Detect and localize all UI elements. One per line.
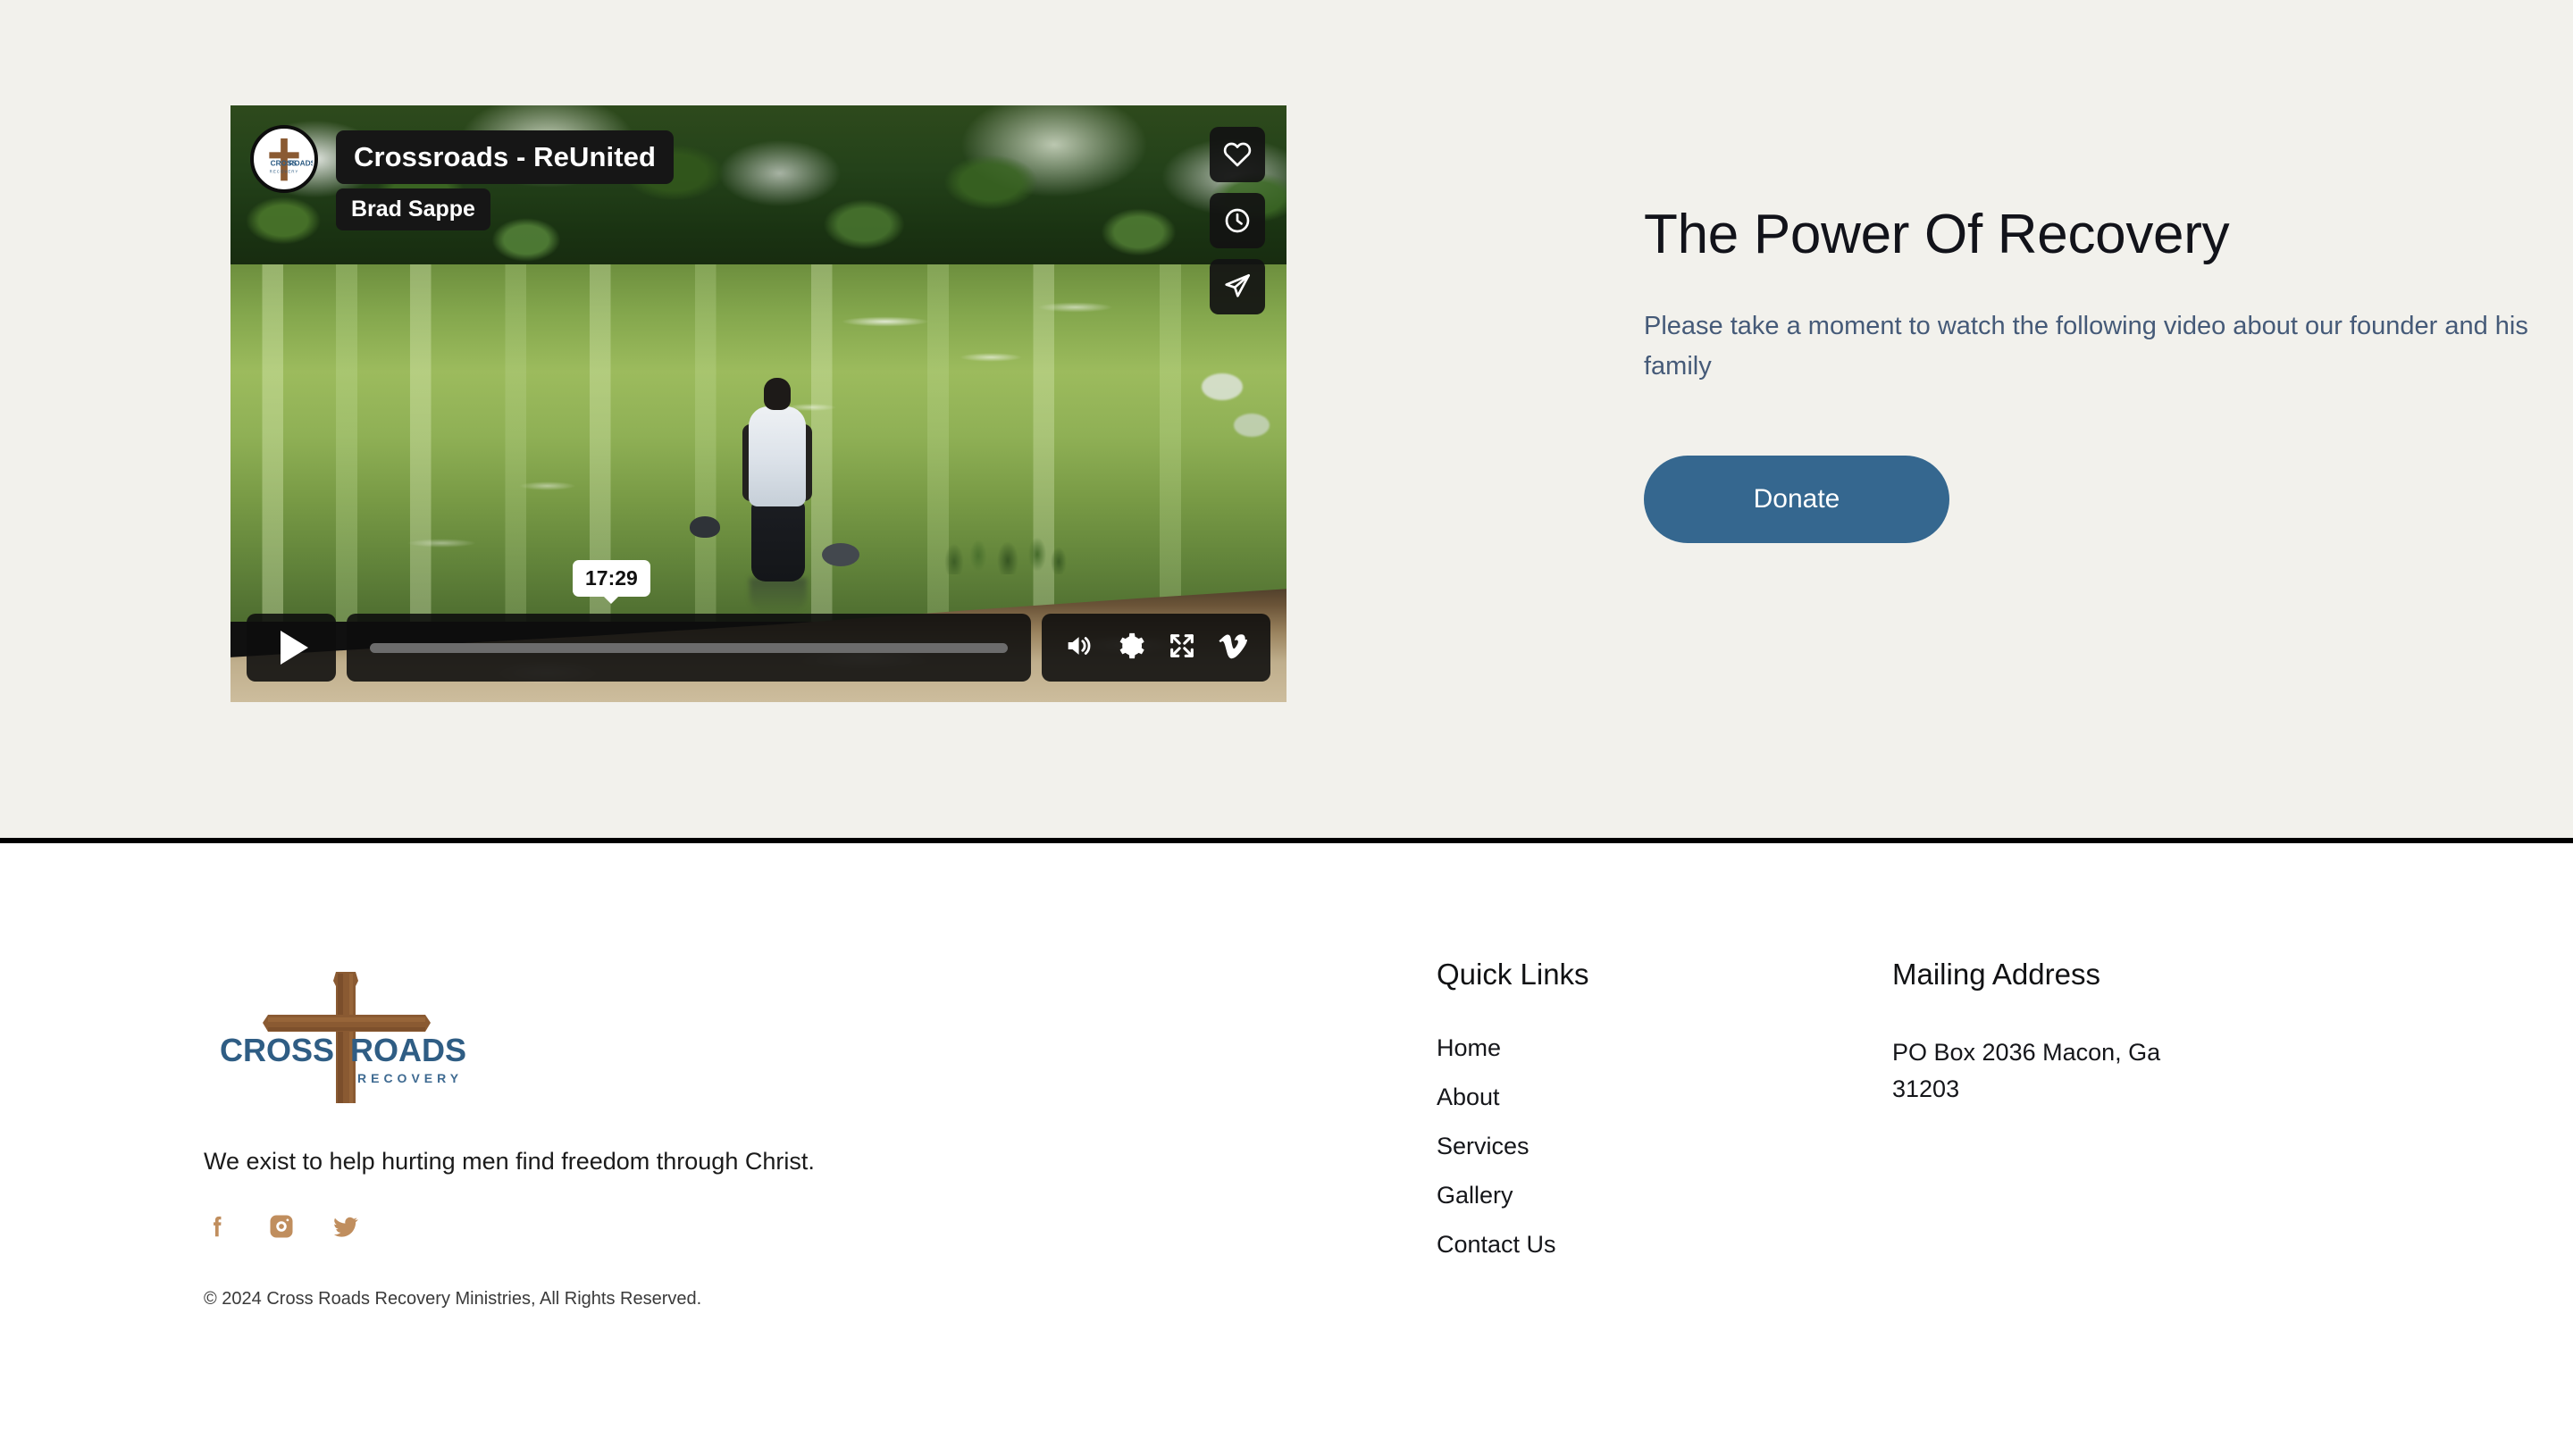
- crossroads-logo-icon: CROSS ROADS RECOVERY: [269, 138, 313, 181]
- instagram-link[interactable]: [268, 1213, 295, 1244]
- footer-content: CROSS ROADS RECOVERY We exist to help hu…: [0, 843, 2573, 1310]
- share-button[interactable]: [1210, 259, 1265, 314]
- fullscreen-button[interactable]: [1167, 631, 1197, 665]
- svg-text:CROSS: CROSS: [220, 1032, 334, 1068]
- vimeo-icon: [1219, 633, 1248, 658]
- hero-content: CROSS ROADS RECOVERY Crossroads - ReUnit…: [230, 105, 2546, 702]
- footer-tagline: We exist to help hurting men find freedo…: [204, 1148, 815, 1175]
- play-icon: [280, 631, 308, 665]
- fullscreen-icon: [1170, 633, 1194, 657]
- video-author[interactable]: Brad Sappe: [336, 188, 490, 230]
- quick-links-nav: Home About Services Gallery Contact Us: [1437, 1034, 1892, 1259]
- play-button[interactable]: [247, 614, 336, 682]
- thumbnail-rock: [690, 516, 721, 538]
- svg-text:ROADS: ROADS: [350, 1032, 466, 1068]
- site-footer: CROSS ROADS RECOVERY We exist to help hu…: [0, 843, 2573, 1451]
- video-action-buttons: [1210, 127, 1265, 314]
- clock-icon: [1225, 208, 1250, 233]
- paper-plane-icon: [1225, 274, 1250, 297]
- player-right-controls: [1042, 614, 1270, 682]
- footer-logo[interactable]: CROSS ROADS RECOVERY: [204, 956, 490, 1112]
- volume-icon: [1068, 636, 1091, 655]
- hero-subtitle: Please take a moment to watch the follow…: [1644, 312, 2528, 381]
- mailing-address-column: Mailing Address PO Box 2036 Macon, Ga 31…: [1892, 956, 2348, 1310]
- gear-icon: [1119, 632, 1144, 658]
- quick-links-column: Quick Links Home About Services Gallery …: [1437, 956, 1892, 1310]
- mailing-address-text: PO Box 2036 Macon, Ga 31203: [1892, 1039, 2161, 1103]
- quick-link-home[interactable]: Home: [1437, 1034, 1501, 1062]
- copyright-text: © 2024 Cross Roads Recovery Ministries, …: [204, 1289, 702, 1309]
- thumbnail-grass: [937, 512, 1072, 574]
- video-time-tooltip: 17:29: [573, 560, 650, 597]
- hero-section: CROSS ROADS RECOVERY Crossroads - ReUnit…: [0, 0, 2573, 843]
- progress-bar[interactable]: [347, 614, 1031, 682]
- vimeo-logo[interactable]: [1219, 631, 1249, 665]
- video-player[interactable]: CROSS ROADS RECOVERY Crossroads - ReUnit…: [230, 105, 1286, 702]
- footer-brand-column: CROSS ROADS RECOVERY We exist to help hu…: [204, 956, 1437, 1310]
- quick-links-heading: Quick Links: [1437, 958, 1589, 991]
- social-links: [204, 1213, 1437, 1244]
- mailing-address-heading: Mailing Address: [1892, 958, 2100, 991]
- video-title[interactable]: Crossroads - ReUnited: [336, 130, 674, 184]
- twitter-link[interactable]: [332, 1213, 359, 1244]
- crossroads-logo-icon: CROSS ROADS RECOVERY: [220, 972, 466, 1103]
- video-channel-avatar[interactable]: CROSS ROADS RECOVERY: [250, 125, 318, 193]
- heart-icon: [1223, 142, 1252, 167]
- svg-text:RECOVERY: RECOVERY: [270, 169, 299, 173]
- svg-text:RECOVERY: RECOVERY: [357, 1071, 463, 1085]
- hero-text-block: The Power Of Recovery Please take a mome…: [1644, 105, 2546, 543]
- facebook-link[interactable]: [204, 1213, 230, 1244]
- progress-track[interactable]: [370, 642, 1008, 653]
- svg-text:ROADS: ROADS: [289, 159, 313, 168]
- instagram-icon: [270, 1215, 293, 1238]
- quick-link-gallery[interactable]: Gallery: [1437, 1182, 1513, 1209]
- twitter-icon: [333, 1217, 358, 1237]
- video-controls: [230, 606, 1286, 702]
- quick-link-about[interactable]: About: [1437, 1084, 1500, 1111]
- watch-later-button[interactable]: [1210, 193, 1265, 248]
- settings-button[interactable]: [1115, 631, 1145, 665]
- facebook-icon: [214, 1216, 222, 1237]
- quick-link-contact-us[interactable]: Contact Us: [1437, 1231, 1556, 1259]
- page-title: The Power Of Recovery: [1644, 204, 2230, 265]
- like-button[interactable]: [1210, 127, 1265, 182]
- thumbnail-rock: [821, 543, 859, 566]
- thumbnail-rock: [1233, 414, 1270, 437]
- donate-button[interactable]: Donate: [1644, 455, 1949, 543]
- volume-button[interactable]: [1063, 631, 1094, 665]
- quick-link-services[interactable]: Services: [1437, 1133, 1530, 1160]
